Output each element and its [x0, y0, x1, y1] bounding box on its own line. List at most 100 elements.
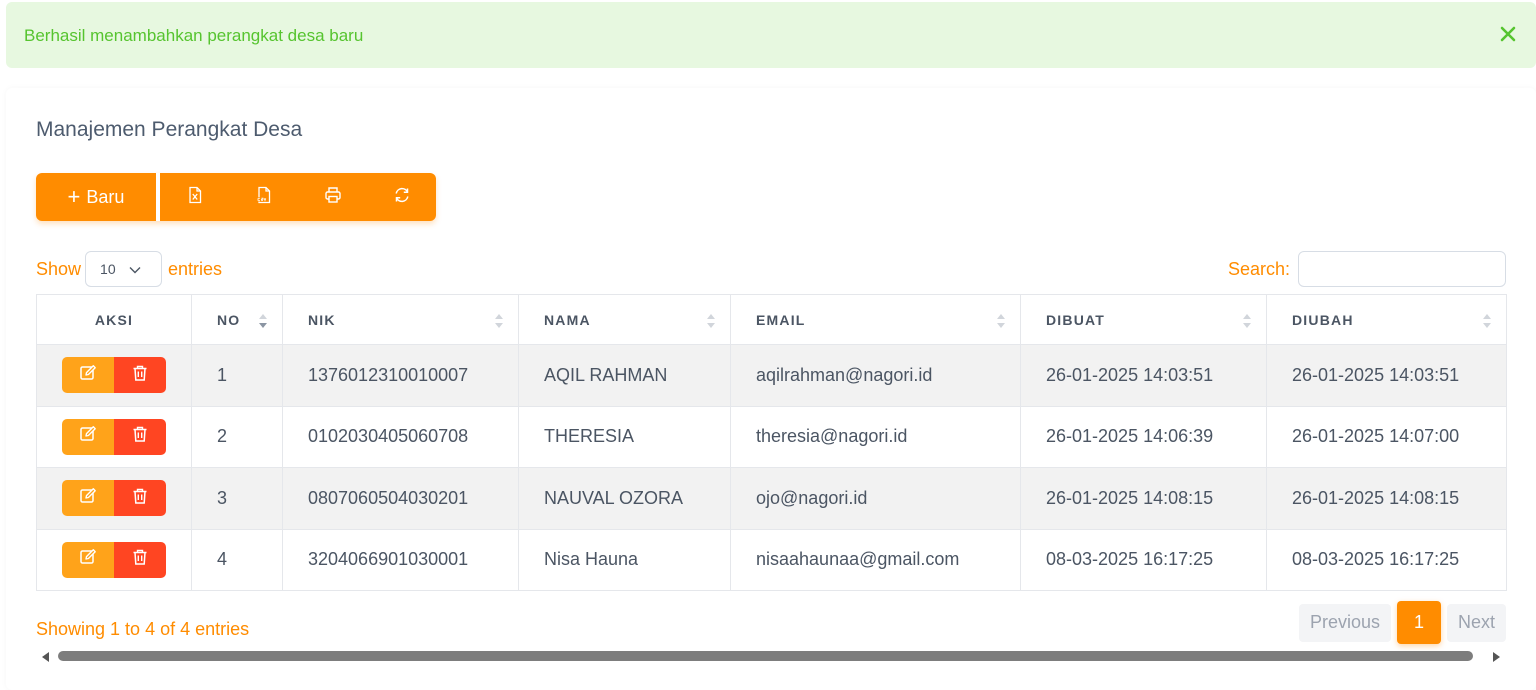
trash-icon	[131, 548, 149, 571]
edit-button[interactable]	[62, 418, 114, 455]
toolbar: + Baru	[36, 173, 436, 221]
scrollbar-thumb[interactable]	[58, 651, 1473, 661]
cell-diubah: 08-03-2025 16:17:25	[1266, 528, 1507, 591]
column-header-no-label: NO	[217, 311, 241, 328]
previous-page-button[interactable]: Previous	[1298, 603, 1391, 642]
cell-email: aqilrahman@nagori.id	[730, 344, 1021, 407]
table-info: Showing 1 to 4 of 4 entries	[36, 619, 250, 639]
cell-email: ojo@nagori.id	[730, 467, 1021, 530]
refresh-button[interactable]	[367, 173, 436, 221]
page-1-button[interactable]: 1	[1396, 601, 1441, 644]
column-header-diubah[interactable]: DIUBAH	[1266, 294, 1507, 345]
close-icon[interactable]	[1496, 22, 1520, 46]
row-actions	[36, 528, 192, 591]
chevron-down-icon	[129, 261, 141, 277]
cell-no: 3	[191, 467, 283, 530]
cell-diubah: 26-01-2025 14:08:15	[1266, 467, 1507, 530]
sort-icon	[1242, 313, 1252, 329]
edit-icon	[79, 425, 97, 448]
add-new-label: Baru	[86, 186, 125, 207]
column-header-email[interactable]: EMAIL	[730, 294, 1021, 345]
alert-message: Berhasil menambahkan perangkat desa baru	[24, 26, 364, 45]
table-row: 4 3204066901030001 Nisa Hauna nisaahaunaa@g…	[36, 528, 1507, 591]
sort-desc-icon	[258, 313, 268, 329]
entries-select[interactable]: 10	[85, 251, 163, 287]
cell-nik: 1376012310010007	[282, 344, 519, 407]
column-header-dibuat[interactable]: DIBUAT	[1020, 294, 1267, 345]
column-header-no[interactable]: NO	[191, 294, 283, 345]
table-header-row: AKSI NO NIK NAMA EMAIL DIBUAT DIUBAH	[36, 294, 1507, 345]
main-card: Manajemen Perangkat Desa + Baru Show 10 …	[6, 88, 1536, 690]
edit-button[interactable]	[62, 357, 114, 394]
print-button[interactable]	[298, 173, 367, 221]
refresh-icon	[393, 186, 411, 209]
edit-button[interactable]	[62, 541, 114, 578]
edit-icon	[79, 487, 97, 510]
trash-icon	[131, 487, 149, 510]
cell-dibuat: 26-01-2025 14:08:15	[1020, 467, 1267, 530]
column-header-nik[interactable]: NIK	[282, 294, 519, 345]
add-new-button[interactable]: + Baru	[36, 173, 156, 221]
search-control: Search:	[1228, 251, 1506, 287]
cell-dibuat: 26-01-2025 14:06:39	[1020, 405, 1267, 468]
entries-label: entries	[168, 258, 223, 279]
plus-icon: +	[67, 184, 81, 209]
printer-icon	[324, 186, 342, 209]
sort-icon	[996, 313, 1006, 329]
cell-nik: 0102030405060708	[282, 405, 519, 468]
column-header-diubah-label: DIUBAH	[1292, 311, 1354, 328]
delete-button[interactable]	[114, 541, 166, 578]
cell-nama: AQIL RAHMAN	[518, 344, 731, 407]
horizontal-scrollbar[interactable]	[36, 648, 1506, 664]
row-actions	[36, 467, 192, 530]
show-label: Show	[36, 258, 82, 279]
column-header-nama-label: NAMA	[544, 311, 591, 328]
edit-button[interactable]	[62, 480, 114, 517]
delete-button[interactable]	[114, 418, 166, 455]
page-title: Manajemen Perangkat Desa	[36, 118, 303, 141]
cell-nama: NAUVAL OZORA	[518, 467, 731, 530]
column-header-nama[interactable]: NAMA	[518, 294, 731, 345]
data-table: AKSI NO NIK NAMA EMAIL DIBUAT DIUBAH 1 1…	[36, 294, 1507, 591]
search-input[interactable]	[1298, 251, 1506, 287]
excel-file-icon	[186, 186, 204, 209]
success-alert: Berhasil menambahkan perangkat desa baru	[6, 2, 1536, 68]
sort-icon	[494, 313, 504, 329]
scroll-left-arrow-icon[interactable]	[42, 652, 49, 662]
next-page-button[interactable]: Next	[1446, 603, 1506, 642]
csv-file-icon	[255, 186, 273, 209]
cell-dibuat: 08-03-2025 16:17:25	[1020, 528, 1267, 591]
cell-no: 4	[191, 528, 283, 591]
edit-icon	[79, 364, 97, 387]
sort-icon	[1482, 313, 1492, 329]
column-header-nik-label: NIK	[308, 311, 336, 328]
cell-diubah: 26-01-2025 14:07:00	[1266, 405, 1507, 468]
table-row: 2 0102030405060708 THERESIA theresia@nagori…	[36, 405, 1507, 468]
table-row: 3 0807060504030201 NAUVAL OZORA ojo@nagori.…	[36, 467, 1507, 530]
cell-nik: 3204066901030001	[282, 528, 519, 591]
row-actions	[36, 344, 192, 407]
trash-icon	[131, 364, 149, 387]
search-label: Search:	[1227, 258, 1290, 279]
cell-email: theresia@nagori.id	[730, 405, 1021, 468]
export-csv-button[interactable]	[229, 173, 298, 221]
cell-no: 2	[191, 405, 283, 468]
sort-icon	[706, 313, 716, 329]
edit-icon	[79, 548, 97, 571]
pagination: Previous 1 Next	[1298, 601, 1506, 644]
cell-no: 1	[191, 344, 283, 407]
table-row: 1 1376012310010007 AQIL RAHMAN aqilrahman@n…	[36, 344, 1507, 407]
delete-button[interactable]	[114, 480, 166, 517]
scroll-right-arrow-icon[interactable]	[1493, 652, 1500, 662]
cell-email: nisaahaunaa@gmail.com	[730, 528, 1021, 591]
cell-nik: 0807060504030201	[282, 467, 519, 530]
export-excel-button[interactable]	[160, 173, 229, 221]
trash-icon	[131, 425, 149, 448]
entries-length-control: Show 10 entries	[36, 251, 222, 287]
cell-diubah: 26-01-2025 14:03:51	[1266, 344, 1507, 407]
row-actions	[36, 405, 192, 468]
entries-select-value: 10	[100, 261, 116, 277]
delete-button[interactable]	[114, 357, 166, 394]
column-header-dibuat-label: DIBUAT	[1046, 311, 1106, 328]
column-header-aksi: AKSI	[36, 294, 192, 345]
